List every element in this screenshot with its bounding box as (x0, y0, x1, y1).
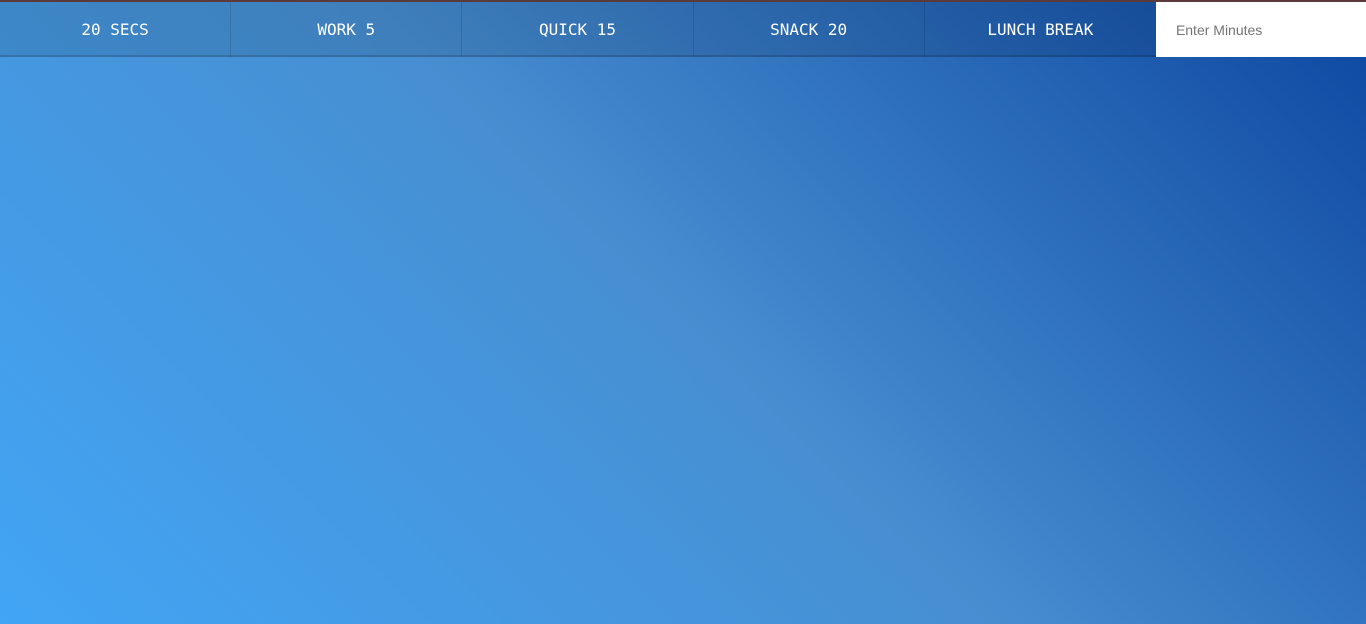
timer-display-area (0, 57, 1366, 624)
minutes-input[interactable] (1155, 2, 1366, 57)
timer-button-quick-15[interactable]: QUICK 15 (462, 2, 694, 57)
timer-controls-bar: 20 SECS WORK 5 QUICK 15 SNACK 20 LUNCH B… (0, 2, 1366, 57)
timer-button-20-secs[interactable]: 20 SECS (0, 2, 232, 57)
timer-button-work-5[interactable]: WORK 5 (231, 2, 463, 57)
timer-button-lunch-break[interactable]: LUNCH BREAK (924, 2, 1156, 57)
timer-button-snack-20[interactable]: SNACK 20 (693, 2, 925, 57)
custom-minutes-form (1155, 2, 1366, 57)
